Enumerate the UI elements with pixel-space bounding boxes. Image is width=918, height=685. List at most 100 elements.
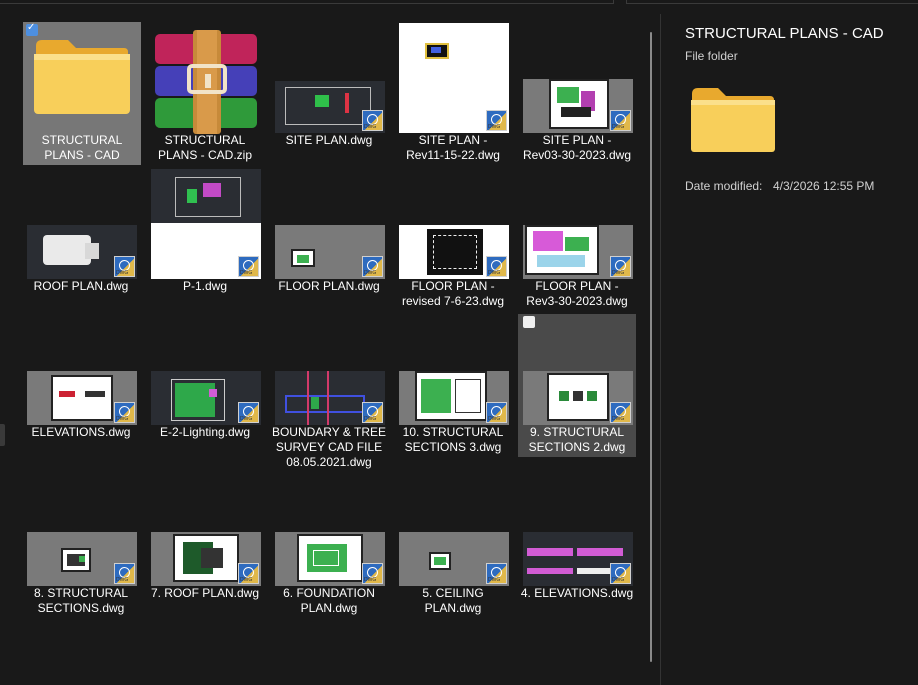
dwg-badge-icon: [114, 256, 135, 277]
file-item-folder[interactable]: STRUCTURAL PLANS - CAD: [23, 22, 141, 165]
file-item-label: 4. ELEVATIONS.dwg: [520, 586, 634, 600]
dwg-thumbnail: [275, 371, 385, 425]
dwg-badge-icon: [486, 110, 507, 131]
dwg-thumbnail: [399, 23, 509, 133]
file-item-label: SITE PLAN - Rev03-30-2023.dwg: [522, 133, 632, 162]
dwg-badge-icon: [238, 256, 259, 277]
dwg-thumbnail: [275, 225, 385, 279]
dwg-badge-icon: [610, 256, 631, 277]
checkbox-icon[interactable]: [523, 316, 535, 328]
file-item-zip[interactable]: STRUCTURAL PLANS - CAD.zip: [146, 22, 264, 165]
file-item-dwg[interactable]: ELEVATIONS.dwg: [22, 314, 140, 457]
drawing-plan-green: [187, 189, 197, 203]
dwg-badge-icon: [114, 563, 135, 584]
drawing-pink: [209, 389, 217, 397]
file-item-label: 5. CEILING PLAN.dwg: [422, 586, 484, 615]
dwg-thumbnail: [523, 225, 633, 279]
dwg-thumbnail: [523, 79, 633, 133]
drawing-sheet: [291, 249, 315, 267]
file-item-dwg[interactable]: E-2-Lighting.dwg: [146, 314, 264, 457]
file-item-label: FLOOR PLAN - Rev3-30-2023.dwg: [526, 279, 628, 308]
dwg-badge-icon: [238, 563, 259, 584]
file-item-label: 7. ROOF PLAN.dwg: [150, 586, 260, 600]
file-item-dwg[interactable]: 9. STRUCTURAL SECTIONS 2.dwg: [518, 314, 636, 457]
file-item-dwg[interactable]: 4. ELEVATIONS.dwg: [518, 475, 636, 618]
dwg-thumbnail: [27, 225, 137, 279]
dwg-thumbnail: [151, 371, 261, 425]
drawing-red: [345, 93, 349, 113]
drawing-sheet: [297, 534, 363, 582]
file-item-dwg[interactable]: BOUNDARY & TREE SURVEY CAD FILE 08.05.20…: [270, 314, 388, 469]
dwg-badge-icon: [610, 563, 631, 584]
dwg-badge-icon: [486, 563, 507, 584]
dwg-thumbnail: [523, 371, 633, 425]
file-item-dwg[interactable]: SITE PLAN.dwg: [270, 22, 388, 165]
file-item-dwg[interactable]: P-1.dwg: [146, 168, 264, 311]
date-modified-value: 4/3/2026 12:55 PM: [773, 179, 875, 193]
dwg-thumbnail: [27, 532, 137, 586]
details-title: STRUCTURAL PLANS - CAD: [685, 25, 884, 42]
file-item-label: ROOF PLAN.dwg: [33, 279, 129, 293]
drawing-sheet: [51, 375, 113, 421]
file-item-label: 8. STRUCTURAL SECTIONS.dwg: [33, 586, 128, 615]
date-modified-label: Date modified:: [685, 179, 763, 193]
drawing-elev-1: [527, 548, 573, 556]
drawing-small-inner: [431, 47, 441, 53]
toolbar-edge: [626, 0, 918, 4]
file-item-label: P-1.dwg: [182, 279, 228, 293]
file-item-label: 10. STRUCTURAL SECTIONS 3.dwg: [402, 425, 504, 454]
drawing-elev-2: [577, 548, 623, 556]
file-item-dwg[interactable]: FLOOR PLAN - Rev3-30-2023.dwg: [518, 168, 636, 311]
file-grid: STRUCTURAL PLANS - CAD STRUCTURAL PLANS …: [0, 0, 650, 685]
file-item-label: FLOOR PLAN.dwg: [278, 279, 380, 293]
scrollbar[interactable]: [650, 32, 652, 662]
file-item-dwg[interactable]: FLOOR PLAN.dwg: [270, 168, 388, 311]
details-type: File folder: [685, 49, 738, 63]
dwg-badge-icon: [362, 110, 383, 131]
dwg-thumbnail: [151, 532, 261, 586]
dwg-badge-icon: [362, 402, 383, 423]
folder-icon: [691, 88, 775, 152]
dwg-badge-icon: [610, 110, 631, 131]
dwg-badge-icon: [362, 256, 383, 277]
file-item-dwg[interactable]: 8. STRUCTURAL SECTIONS.dwg: [22, 475, 140, 618]
drawing-blackplan-lines: [433, 235, 477, 269]
drawing-sheet: [547, 373, 609, 421]
file-item-dwg[interactable]: 10. STRUCTURAL SECTIONS 3.dwg: [394, 314, 512, 457]
drawing-blue: [285, 395, 365, 413]
file-item-label: BOUNDARY & TREE SURVEY CAD FILE 08.05.20…: [271, 425, 387, 469]
file-item-dwg[interactable]: ROOF PLAN.dwg: [22, 168, 140, 311]
file-item-label: 9. STRUCTURAL SECTIONS 2.dwg: [528, 425, 626, 454]
dwg-thumbnail: [399, 225, 509, 279]
drawing-red-2: [327, 371, 329, 425]
file-item-dwg[interactable]: SITE PLAN - Rev03-30-2023.dwg: [518, 22, 636, 165]
drawing-sheet: [429, 552, 451, 570]
file-item-label: SITE PLAN - Rev11-15-22.dwg: [406, 133, 500, 162]
folder-icon: [34, 40, 130, 114]
dwg-thumbnail: [151, 169, 261, 279]
dwg-thumbnail: [27, 371, 137, 425]
dwg-thumbnail: [399, 532, 509, 586]
drawing-white-2: [85, 243, 99, 259]
file-item-dwg[interactable]: SITE PLAN - Rev11-15-22.dwg: [394, 22, 512, 165]
dwg-thumbnail: [523, 532, 633, 586]
drawing-white: [43, 235, 91, 265]
file-item-label: FLOOR PLAN - revised 7-6-23.dwg: [401, 279, 505, 308]
drawing-sheet: [61, 548, 91, 572]
file-item-dwg[interactable]: 7. ROOF PLAN.dwg: [146, 475, 264, 618]
file-item-label: E-2-Lighting.dwg: [159, 425, 251, 439]
winrar-archive-icon: [155, 30, 257, 134]
file-item-dwg[interactable]: 6. FOUNDATION PLAN.dwg: [270, 475, 388, 618]
checkbox-icon[interactable]: [26, 22, 38, 36]
file-item-dwg[interactable]: 5. CEILING PLAN.dwg: [394, 475, 512, 618]
dwg-badge-icon: [486, 256, 507, 277]
details-pane-divider[interactable]: [660, 14, 661, 685]
file-item-label: SITE PLAN.dwg: [285, 133, 373, 147]
dwg-badge-icon: [486, 402, 507, 423]
dwg-badge-icon: [610, 402, 631, 423]
file-item-dwg[interactable]: FLOOR PLAN - revised 7-6-23.dwg: [394, 168, 512, 311]
drawing-sheet: [173, 534, 239, 582]
file-item-label: STRUCTURAL PLANS - CAD: [41, 133, 123, 162]
dwg-thumbnail: [399, 371, 509, 425]
drawing-elev-3: [527, 568, 573, 574]
